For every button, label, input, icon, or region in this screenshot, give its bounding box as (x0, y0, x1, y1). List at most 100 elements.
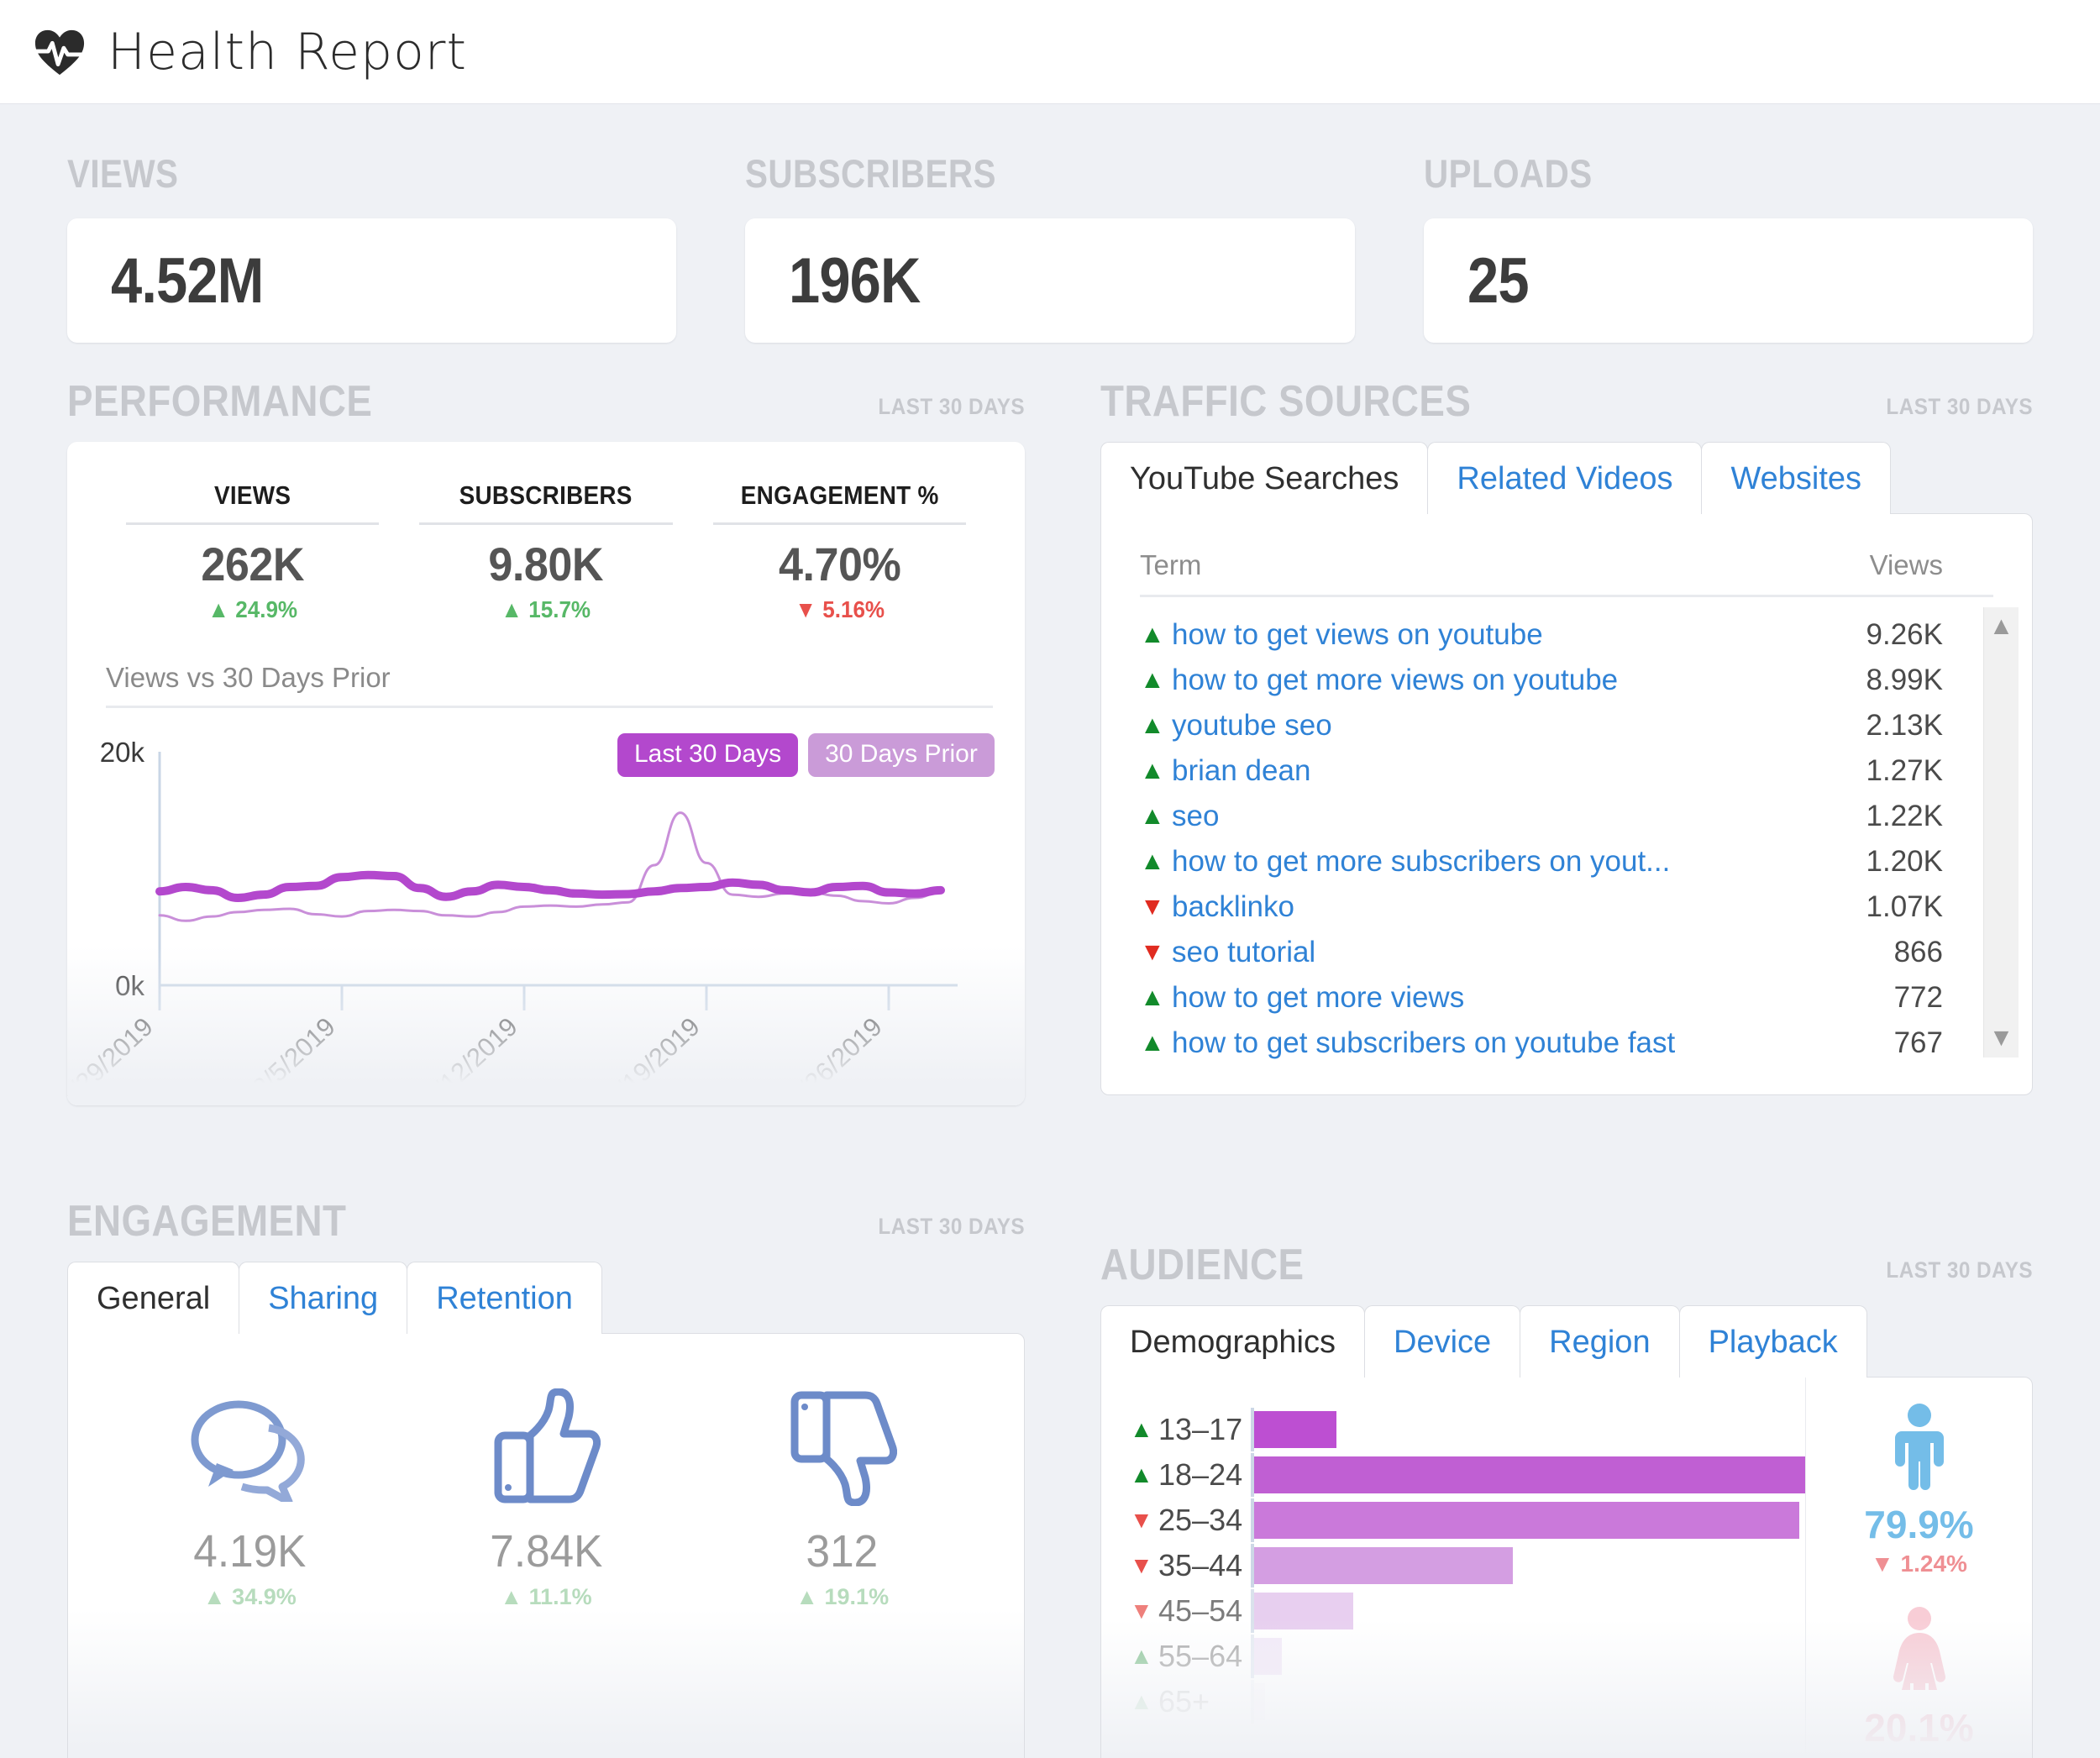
female-icon (1806, 1599, 2032, 1700)
search-term-link[interactable]: backlinko (1172, 890, 1800, 924)
traffic-scrollbar[interactable]: ▲ ▼ (1983, 607, 2019, 1057)
metric-engagement: ENGAGEMENT % 4.70% ▼ 5.16% (693, 480, 986, 623)
metric-delta-value: 15.7% (528, 596, 591, 622)
traffic-sources-section: TRAFFIC SOURCES LAST 30 DAYS YouTube Sea… (1100, 380, 2033, 1095)
table-row[interactable]: ▼ backlinko 1.07K (1140, 884, 1993, 930)
search-term-link[interactable]: how to get more subscribers on yout... (1172, 845, 1800, 879)
trend-down-icon: ▼ (1871, 1551, 1894, 1577)
term-views-value: 767 (1893, 1026, 1943, 1059)
engagement-dislikes: 312 ▲ 19.1% (694, 1384, 990, 1610)
fade-overlay (68, 1609, 1024, 1758)
engagement-delta: ▲ 34.9% (102, 1584, 398, 1610)
engagement-value: 4.19K (193, 1526, 307, 1577)
search-term-link[interactable]: brian dean (1172, 754, 1800, 788)
legend-item-last-30-days[interactable]: Last 30 Days (617, 733, 799, 777)
age-bar (1254, 1683, 1266, 1720)
x-axis-tick-label: 2/5/2019 (247, 1012, 341, 1103)
legend-item-30-days-prior[interactable]: 30 Days Prior (808, 733, 995, 777)
metric-label: SUBSCRIBERS (459, 480, 633, 510)
age-group-label: 55–64 (1158, 1639, 1243, 1673)
scroll-down-icon[interactable]: ▼ (1989, 1026, 2014, 1051)
kpi-card: 4.52M (67, 218, 677, 343)
engagement-delta-value: 11.1% (528, 1584, 592, 1609)
term-views-value: 9.26K (1866, 618, 1943, 651)
tab-related-videos[interactable]: Related Videos (1427, 442, 1703, 514)
trend-up-icon: ▲ (795, 1584, 818, 1609)
engagement-tabs: General Sharing Retention (67, 1262, 1025, 1334)
traffic-tabs: YouTube Searches Related Videos Websites (1100, 442, 2033, 514)
tab-playback[interactable]: Playback (1678, 1305, 1867, 1378)
female-delta: ▲ 5.34% (1806, 1754, 2032, 1758)
age-group-label: 35–44 (1158, 1548, 1243, 1582)
age-bar-track (1251, 1680, 1805, 1724)
search-term-link[interactable]: youtube seo (1172, 709, 1800, 743)
trend-up-icon: ▲ (207, 596, 230, 622)
trend-up-icon: ▲ (1130, 1643, 1153, 1669)
search-term-link[interactable]: how to get views on youtube (1172, 618, 1800, 652)
search-term-link[interactable]: how to get subscribers on youtube fast (1172, 1026, 1800, 1060)
search-term-link[interactable]: how to get more views on youtube (1172, 664, 1800, 697)
engagement-delta: ▲ 11.1% (398, 1584, 695, 1610)
thumbs-down-icon (694, 1384, 990, 1510)
section-range-label: LAST 30 DAYS (878, 1214, 1025, 1239)
table-row[interactable]: ▼ seo tutorial 866 (1140, 930, 1993, 975)
search-term-link[interactable]: seo tutorial (1172, 936, 1800, 969)
section-header: AUDIENCE LAST 30 DAYS (1100, 1243, 2033, 1287)
trend-down-icon: ▼ (1140, 893, 1165, 921)
search-term-link[interactable]: seo (1172, 800, 1800, 833)
y-axis-tick-label: 20k (100, 737, 145, 768)
section-header: ENGAGEMENT LAST 30 DAYS (67, 1199, 1025, 1243)
y-axis-tick-label: 0k (115, 970, 144, 1001)
tab-websites[interactable]: Websites (1701, 442, 1892, 514)
tab-general[interactable]: General (67, 1262, 240, 1334)
chart-title: Views vs 30 Days Prior (106, 623, 993, 708)
table-row[interactable]: ▲ how to get more views 772 (1140, 975, 1993, 1021)
column-header-term: Term (1140, 549, 1202, 580)
tab-retention[interactable]: Retention (407, 1262, 602, 1334)
metric-views: VIEWS 262K ▲ 24.9% (106, 480, 399, 623)
section-range-label: LAST 30 DAYS (878, 394, 1025, 419)
age-group-label: 65+ (1158, 1684, 1210, 1719)
app-header: Health Report (0, 0, 2100, 104)
tab-region[interactable]: Region (1520, 1305, 1680, 1378)
comments-icon (102, 1384, 398, 1510)
engagement-value: 312 (806, 1526, 879, 1577)
scroll-up-icon[interactable]: ▲ (1989, 614, 2014, 639)
age-bar-track (1251, 1635, 1805, 1678)
table-row[interactable]: ▲ seo 1.22K (1140, 794, 1993, 839)
engagement-comments: 4.19K ▲ 34.9% (102, 1384, 398, 1610)
age-group-row: ▲ 65+ (1130, 1680, 1805, 1724)
table-row[interactable]: ▲ how to get views on youtube 9.26K (1140, 612, 1993, 658)
table-row[interactable]: ▲ how to get more views on youtube 8.99K (1140, 658, 1993, 703)
section-header: PERFORMANCE LAST 30 DAYS (67, 380, 1025, 423)
trend-up-icon: ▲ (1871, 1754, 1894, 1758)
age-bar (1254, 1638, 1282, 1675)
x-axis-tick-label: 1/29/2019 (67, 1012, 159, 1103)
search-term-link[interactable]: how to get more views (1172, 981, 1800, 1015)
audience-tabs: Demographics Device Region Playback (1100, 1305, 2033, 1378)
male-delta: ▼ 1.24% (1806, 1551, 2032, 1577)
tab-demographics[interactable]: Demographics (1100, 1305, 1365, 1378)
trend-up-icon: ▲ (202, 1584, 226, 1609)
trend-down-icon: ▼ (1130, 1552, 1153, 1578)
metric-delta: ▲ 15.7% (410, 596, 683, 623)
trend-up-icon: ▲ (1140, 802, 1165, 830)
table-row[interactable]: ▲ how to get more subscribers on yout... 1… (1140, 839, 1993, 884)
trend-up-icon: ▲ (1140, 711, 1165, 739)
male-percentage: 79.9% (1864, 1503, 1974, 1546)
female-percentage: 20.1% (1864, 1706, 1974, 1750)
term-views-value: 1.07K (1866, 890, 1943, 923)
trend-down-icon: ▼ (1140, 938, 1165, 966)
table-row[interactable]: ▲ how to get subscribers on youtube fast 7… (1140, 1021, 1993, 1066)
age-bar-track (1251, 1589, 1805, 1633)
tab-sharing[interactable]: Sharing (239, 1262, 408, 1334)
age-bar-track (1251, 1408, 1805, 1451)
divider (712, 522, 966, 525)
divider (419, 522, 673, 525)
tab-device[interactable]: Device (1364, 1305, 1521, 1378)
traffic-tab-panel: Term Views ▲ how to get views on youtube 9… (1100, 513, 2033, 1095)
tab-youtube-searches[interactable]: YouTube Searches (1100, 442, 1429, 514)
gender-breakdown: 79.9% ▼ 1.24% 20.1% ▲ 5.34% (1805, 1378, 2032, 1758)
table-row[interactable]: ▲ youtube seo 2.13K (1140, 703, 1993, 748)
table-row[interactable]: ▲ brian dean 1.27K (1140, 748, 1993, 794)
